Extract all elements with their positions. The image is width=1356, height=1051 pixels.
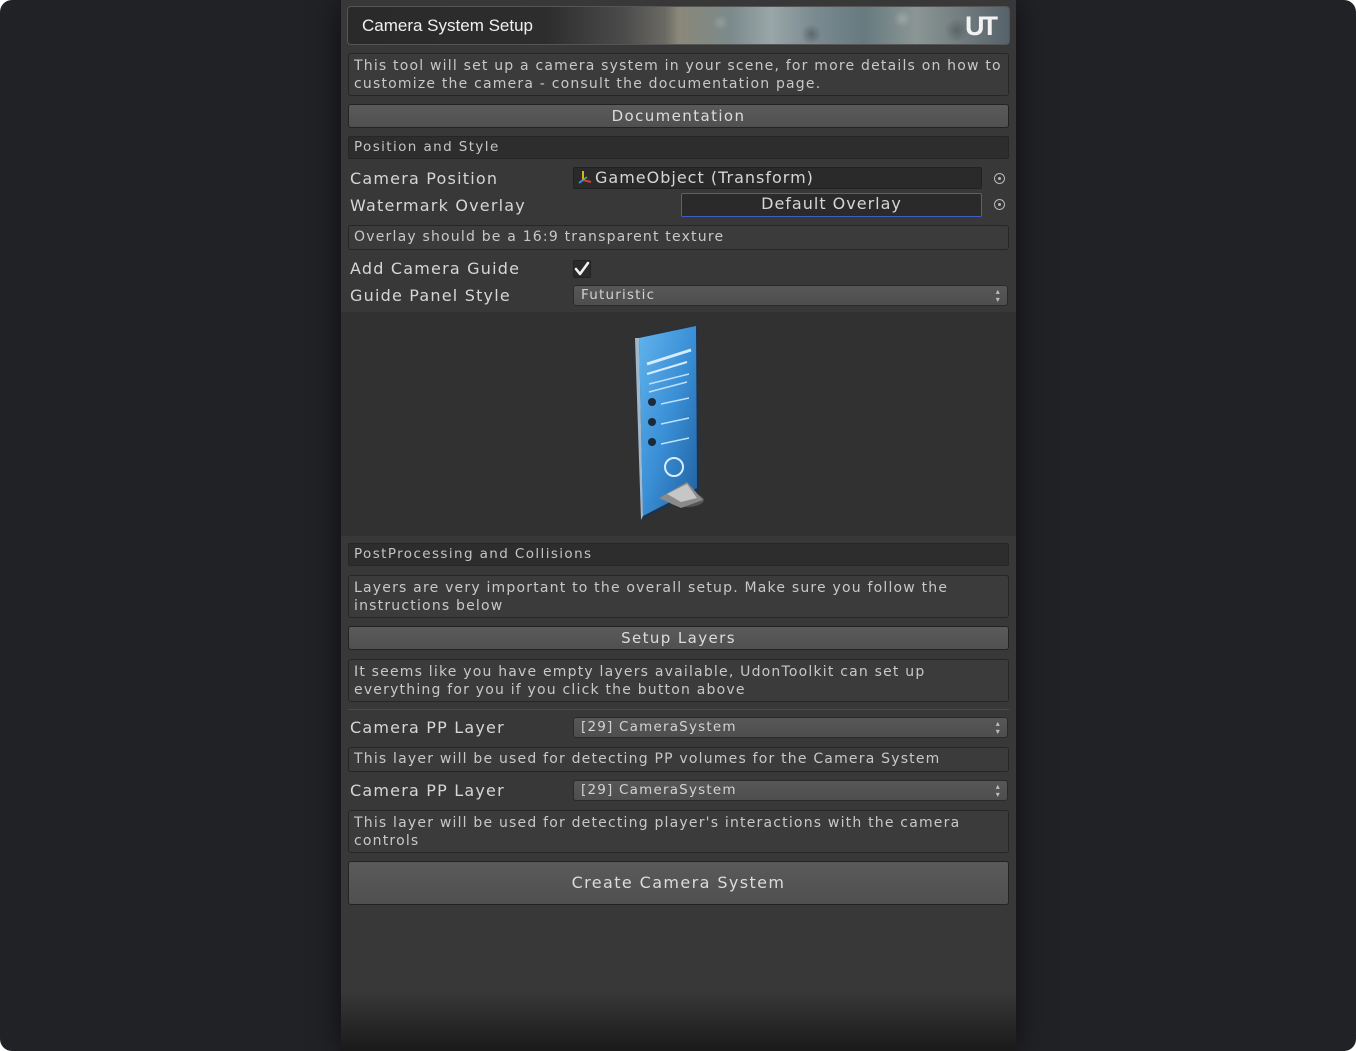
divider: [348, 709, 1009, 710]
dropdown-arrows-icon: ▴ ▾: [995, 287, 1001, 304]
camera-interact-layer-label: Camera PP Layer: [350, 781, 505, 800]
udontoolkit-logo: UT: [965, 11, 998, 41]
overlay-hint-text: Overlay should be a 16:9 transparent tex…: [354, 229, 725, 245]
guide-panel-style-value: Futuristic: [581, 287, 656, 303]
guide-panel-style-label: Guide Panel Style: [350, 286, 511, 305]
guide-panel-preview-image: [635, 325, 704, 520]
empty-layers-note-box: It seems like you have empty layers avai…: [348, 659, 1009, 702]
dropdown-arrows-icon: ▴ ▾: [995, 782, 1001, 799]
intro-help-box: This tool will set up a camera system in…: [348, 53, 1009, 96]
window-title: Camera System Setup: [362, 16, 534, 35]
interact-layer-hint-box: This layer will be used for detecting pl…: [348, 810, 1009, 853]
camera-position-value: GameObject (Transform): [595, 168, 814, 187]
empty-layers-note-text: It seems like you have empty layers avai…: [354, 664, 926, 698]
banner-texture: [648, 7, 1009, 44]
layers-note-box: Layers are very important to the overall…: [348, 575, 1009, 618]
section-header-postprocessing: PostProcessing and Collisions: [348, 543, 1009, 566]
camera-setup-window: Camera System Setup UT This tool will se…: [341, 0, 1016, 1051]
transform-axes-icon: [578, 171, 592, 184]
header-banner: Camera System Setup UT: [347, 6, 1010, 45]
pp-layer-hint-text: This layer will be used for detecting PP…: [354, 751, 941, 767]
guide-panel-style-dropdown[interactable]: Futuristic ▴ ▾: [573, 285, 1008, 306]
camera-pp-layer-label: Camera PP Layer: [350, 718, 505, 737]
intro-text: This tool will set up a camera system in…: [354, 58, 1002, 92]
watermark-overlay-field[interactable]: Default Overlay: [681, 193, 982, 217]
checkmark-icon: [574, 261, 590, 276]
layers-note-text: Layers are very important to the overall…: [354, 580, 949, 614]
window-bottom-fade: [341, 991, 1016, 1051]
object-picker-icon[interactable]: [994, 173, 1005, 184]
camera-interact-layer-dropdown[interactable]: [29] CameraSystem ▴ ▾: [573, 780, 1008, 801]
add-camera-guide-checkbox[interactable]: [573, 260, 591, 278]
desktop-background: Camera System Setup UT This tool will se…: [0, 0, 1356, 1051]
camera-interact-layer-value: [29] CameraSystem: [581, 782, 737, 798]
documentation-button[interactable]: Documentation: [348, 104, 1009, 128]
watermark-overlay-value: Default Overlay: [761, 194, 902, 213]
setup-layers-button[interactable]: Setup Layers: [348, 626, 1009, 650]
camera-position-label: Camera Position: [350, 169, 499, 188]
dropdown-arrows-icon: ▴ ▾: [995, 719, 1001, 736]
section-header-position-style: Position and Style: [348, 136, 1009, 159]
interact-layer-hint-text: This layer will be used for detecting pl…: [354, 815, 961, 849]
camera-pp-layer-value: [29] CameraSystem: [581, 719, 737, 735]
guide-panel-preview: [341, 312, 1016, 536]
camera-pp-layer-dropdown[interactable]: [29] CameraSystem ▴ ▾: [573, 717, 1008, 738]
create-camera-system-button[interactable]: Create Camera System: [348, 861, 1009, 905]
object-picker-icon[interactable]: [994, 199, 1005, 210]
add-camera-guide-label: Add Camera Guide: [350, 259, 521, 278]
pp-layer-hint-box: This layer will be used for detecting PP…: [348, 747, 1009, 772]
overlay-hint-box: Overlay should be a 16:9 transparent tex…: [348, 225, 1009, 250]
camera-position-field[interactable]: GameObject (Transform): [573, 167, 982, 189]
watermark-overlay-label: Watermark Overlay: [350, 196, 526, 215]
